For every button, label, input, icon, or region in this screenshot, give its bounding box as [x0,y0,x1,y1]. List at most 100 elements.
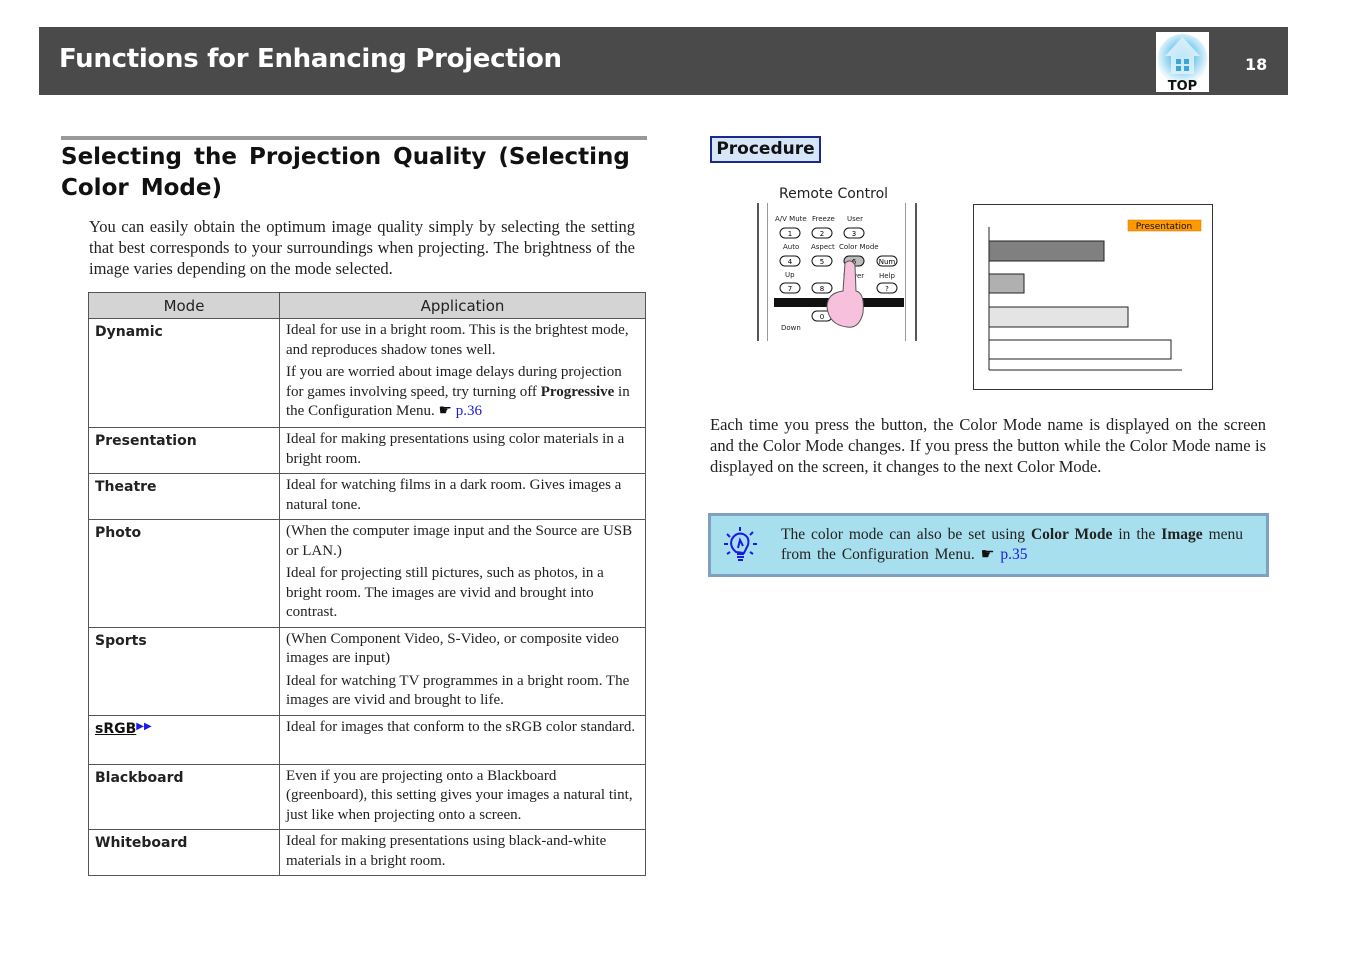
table-row: Photo (When the computer image input and … [88,519,646,628]
application-cell: Ideal for watching films in a dark room.… [279,473,646,520]
intro-text: You can easily obtain the optimum image … [89,217,635,278]
text-segment: in the [1112,526,1162,543]
remote-key-label: 0 [820,313,824,321]
application-paragraph: Ideal for projecting still pictures, suc… [286,564,639,623]
application-paragraph: Ideal for watching films in a dark room.… [286,476,639,515]
pointing-hand-icon [826,260,864,328]
application-paragraph: (When the computer image input and the S… [286,522,639,561]
remote-label: Up [785,271,795,279]
application-cell: Ideal for making presentations using bla… [279,829,646,876]
mode-cell: Presentation [88,427,280,474]
application-paragraph: Ideal for images that conform to the sRG… [286,718,639,738]
text-segment: The color mode can also be set using [781,526,1031,543]
remote-label: Aspect [811,243,835,251]
application-paragraph: (When Component Video, S-Video, or compo… [286,630,639,669]
procedure-description: Each time you press the button, the Colo… [710,415,1266,476]
text-segment: Ideal for making presentations using bla… [286,833,607,869]
remote-key-label: 7 [788,285,792,293]
remote-label: Help [879,272,896,280]
text-segment: Ideal for projecting still pictures, suc… [286,565,604,620]
text-segment: (When Component Video, S-Video, or compo… [286,630,619,667]
remote-label: Down [781,324,801,332]
page-number: 18 [1245,55,1268,74]
text-segment: Ideal for watching TV programmes in a br… [286,672,630,709]
projected-screen-illustration: Presentation [973,204,1213,390]
text-segment: Ideal for making presentations using col… [286,431,625,467]
remote-label: User [847,215,863,223]
top-home-icon[interactable]: TOP [1156,32,1209,94]
text-segment: Even if you are projecting onto a Blackb… [286,767,633,823]
color-mode-name-label: Presentation [1136,222,1193,232]
section-rule [61,136,647,140]
remote-control-title: Remote Control [779,186,889,202]
page-link[interactable]: p.35 [994,546,1027,563]
remote-key-label: 8 [820,285,824,293]
table-row: Whiteboard Ideal for making presentations… [88,829,646,876]
table-row: Dynamic Ideal for use in a bright room. T… [88,318,646,428]
mode-name: Presentation [95,433,197,449]
remote-control-illustration: A/V Mute Freeze User Auto Aspect Color Mode Up… [757,203,917,341]
section-title: Selecting the Projection Quality (Select… [61,144,630,201]
table-row: Theatre Ideal for watching films in a dar… [88,473,646,520]
mode-cell: sRGB▶▶ [88,714,280,765]
link-arrow-icon[interactable]: ▶▶ [136,721,151,732]
bold-term: Image [1161,526,1203,543]
remote-key-label: ? [885,285,889,293]
table-row: Sports (When Component Video, S-Video, or… [88,626,646,716]
mode-name: Theatre [95,479,157,495]
remote-label: Freeze [812,215,835,223]
mode-name: Whiteboard [95,835,188,851]
text-segment: Ideal for use in a bright room. This is … [286,322,629,358]
table-row: sRGB▶▶ Ideal for images that conform to t… [88,714,646,765]
remote-label: Auto [783,243,799,251]
bold-term: Color Mode [1030,526,1113,543]
procedure-heading: Procedure [710,136,821,163]
tip-text: The color mode can also be set using Col… [781,525,1243,565]
application-cell: Ideal for making presentations using col… [279,427,646,474]
mode-name: Dynamic [95,324,163,340]
remote-key-label: 1 [788,230,792,238]
application-cell: Ideal for use in a bright room. This is … [279,318,646,428]
text-segment: Ideal for images that conform to the sRG… [286,718,636,735]
mode-cell: Dynamic [88,318,280,428]
application-paragraph: Ideal for watching TV programmes in a br… [286,672,639,711]
chapter-title: Functions for Enhancing Projection [59,44,562,74]
bold-term: Progressive [540,383,615,400]
remote-key-label: 3 [852,230,856,238]
header-application: Application [279,292,646,319]
application-paragraph: Even if you are projecting onto a Blackb… [286,767,639,826]
application-cell: Even if you are projecting onto a Blackb… [279,763,646,830]
remote-key-label: 4 [788,258,793,266]
remote-key-label: 2 [820,230,824,238]
mode-cell: Photo [88,519,280,628]
mode-cell: Sports [88,626,280,716]
header-mode: Mode [88,292,280,319]
text-segment: (When the computer image input and the S… [286,523,633,559]
application-paragraph: Ideal for making presentations using bla… [286,832,639,871]
text-segment: Ideal for watching films in a dark room.… [286,477,622,513]
application-paragraph: Ideal for use in a bright room. This is … [286,321,639,360]
mode-cell: Theatre [88,473,280,520]
table-row: Presentation Ideal for making presentatio… [88,427,646,474]
lightbulb-tip-icon [724,527,757,561]
application-cell: (When the computer image input and the S… [279,519,646,628]
remote-label: A/V Mute [775,215,807,223]
table-row: Blackboard Even if you are projecting ont… [88,763,646,830]
remote-label: Color Mode [839,243,879,251]
mode-cell: Blackboard [88,763,280,830]
mode-name: Photo [95,525,142,541]
pointing-hand-icon: ☛ [438,403,452,419]
page-header: Functions for Enhancing Projection TOP 1… [39,27,1288,95]
mode-name[interactable]: sRGB [95,721,136,737]
pointing-hand-icon: ☛ [980,546,995,563]
mode-cell: Whiteboard [88,829,280,876]
color-mode-table: Mode Application Dynamic Ideal for use in… [88,292,646,876]
mode-name: Blackboard [95,769,184,786]
application-paragraph: Ideal for making presentations using col… [286,430,639,469]
page-link[interactable]: p.36 [452,403,482,419]
top-label: TOP [1168,79,1197,92]
application-cell: (When Component Video, S-Video, or compo… [279,626,646,716]
application-paragraph: If you are worried about image delays du… [286,363,639,422]
mode-name: Sports [95,632,147,649]
application-cell: Ideal for images that conform to the sRG… [279,714,646,765]
